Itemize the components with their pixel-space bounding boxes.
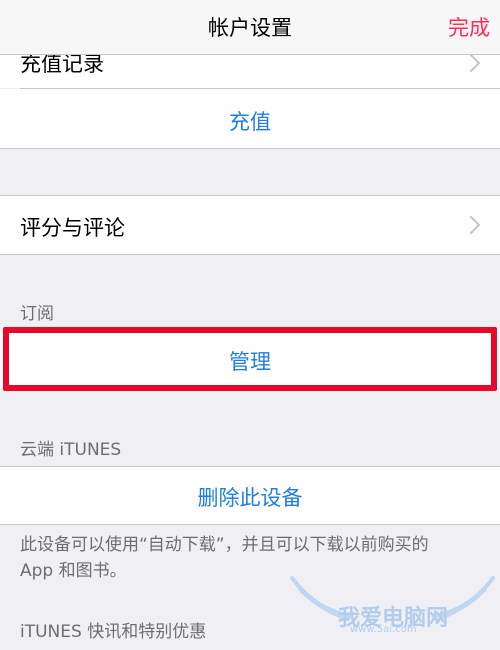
watermark-url: www.5ai.com [350,624,417,635]
account-settings-screen: 充值记录 充值 评分与评论 订阅 管理 云端 iTUNES 删除此设备 此设备可… [0,0,500,650]
page-title: 帐户设置 [208,16,292,40]
ratings-reviews-label: 评分与评论 [20,216,125,240]
recharge-cell[interactable]: 充值 [0,89,500,148]
itunes-cloud-header: 云端 iTUNES [20,440,122,460]
watermark-logo: 我爱电脑网 www.5ai.com [290,572,495,650]
divider [0,524,500,525]
remove-device-button[interactable]: 删除此设备 [0,482,500,512]
footer-line: 此设备可以使用“自动下载”，并且可以下载以前购买的 [20,535,429,555]
highlight-box [3,327,497,391]
newsletter-header: iTUNES 快讯和特别优惠 [20,622,207,642]
recharge-button[interactable]: 充值 [0,106,500,136]
subscriptions-header: 订阅 [20,304,54,324]
navigation-bar: 帐户设置 完成 [0,0,500,55]
chevron-right-icon [469,215,481,235]
ratings-reviews-cell[interactable]: 评分与评论 [0,196,500,254]
remove-device-cell[interactable]: 删除此设备 [0,467,500,524]
divider [0,254,500,255]
divider [0,148,500,149]
done-button[interactable]: 完成 [448,12,490,42]
chevron-right-icon [469,53,481,73]
